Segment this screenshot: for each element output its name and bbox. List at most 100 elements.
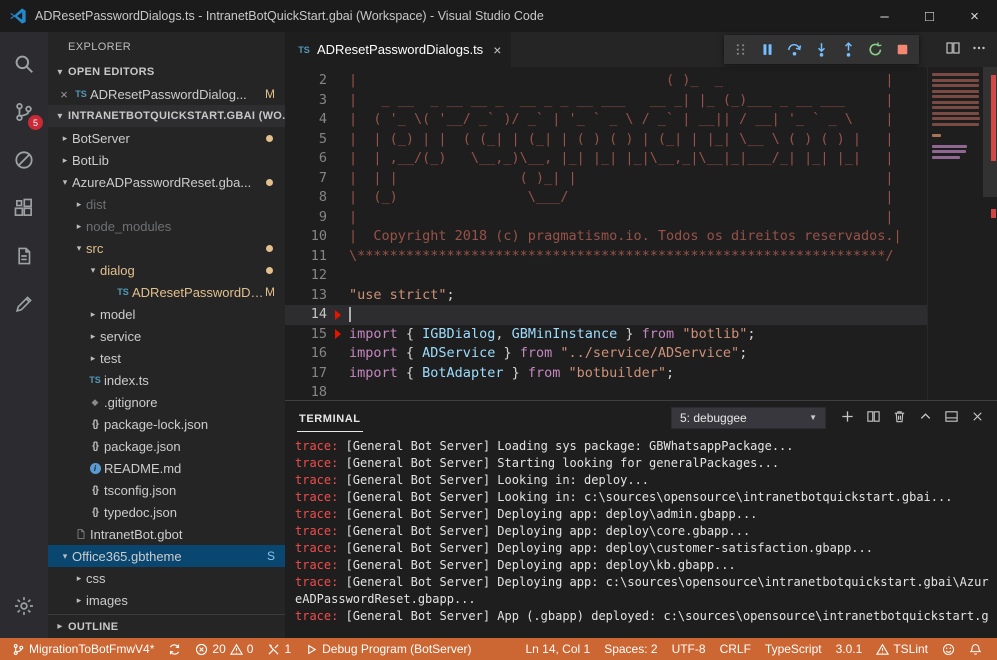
code-line-10[interactable]: 10| Copyright 2018 (c) pragmatismo.io. T… <box>285 227 997 247</box>
drag-handle[interactable] <box>727 36 754 63</box>
status-debug-program[interactable]: Debug Program (BotServer) <box>298 638 478 660</box>
step-over-button[interactable] <box>781 36 808 63</box>
git-deleted-marker-icon <box>335 329 341 339</box>
terminal-output[interactable]: trace: [General Bot Server] Loading sys … <box>285 434 997 638</box>
tree-item-gitignore[interactable]: ◆.gitignore <box>48 391 285 413</box>
new-terminal-button[interactable] <box>840 409 855 427</box>
status-ts-version[interactable]: 3.0.1 <box>829 638 870 660</box>
tree-item-model[interactable]: ▸model <box>48 303 285 325</box>
code-line-9[interactable]: 9| | <box>285 208 997 228</box>
tree-item-service[interactable]: ▸service <box>48 325 285 347</box>
extensions-icon <box>13 197 35 219</box>
tree-item-label: images <box>86 593 128 608</box>
maximize-panel-button[interactable] <box>944 409 959 427</box>
activity-extensions-button[interactable] <box>0 184 48 232</box>
tree-item-botlib[interactable]: ▸BotLib <box>48 149 285 171</box>
code-line-17[interactable]: 17import { BotAdapter } from "botbuilder… <box>285 364 997 384</box>
code-line-14[interactable]: 14 <box>285 305 997 325</box>
tree-item-package-lock-json[interactable]: {}package-lock.json <box>48 413 285 435</box>
activity-source-control-button[interactable]: 5 <box>0 88 48 136</box>
tree-item-office365-gbtheme[interactable]: ▾Office365.gbthemeS <box>48 545 285 567</box>
status-encoding[interactable]: UTF-8 <box>665 638 713 660</box>
code-line-16[interactable]: 16import { ADService } from "../service/… <box>285 344 997 364</box>
code-line-2[interactable]: 2| ( )_ _ | <box>285 71 997 91</box>
close-tab-icon[interactable]: × <box>493 42 501 58</box>
activity-edit-button[interactable] <box>0 280 48 328</box>
code-line-13[interactable]: 13"use strict"; <box>285 286 997 306</box>
code-line-12[interactable]: 12 <box>285 266 997 286</box>
code-line-7[interactable]: 7| | | ( )_| | | <box>285 169 997 189</box>
activity-documents-button[interactable] <box>0 232 48 280</box>
code-line-5[interactable]: 5| | (_) | | ( (_| | (_| | ( ) ( ) | (_|… <box>285 130 997 150</box>
tree-item-node-modules[interactable]: ▸node_modules <box>48 215 285 237</box>
tree-item-index-ts[interactable]: TSindex.ts <box>48 369 285 391</box>
terminal-line: trace: [General Bot Server] Starting loo… <box>295 455 997 472</box>
open-editor-item[interactable]: × TS ADResetPasswordDialog... M <box>48 83 285 105</box>
split-terminal-button[interactable] <box>866 409 881 427</box>
code-line-15[interactable]: 15import { IGBDialog, GBMinInstance } fr… <box>285 325 997 345</box>
tree-item-adresetpassworddial[interactable]: TSADResetPasswordDial...M <box>48 281 285 303</box>
status-indentation[interactable]: Spaces: 2 <box>597 638 664 660</box>
tree-item-azureadpasswordreset-gba[interactable]: ▾AzureADPasswordReset.gba... <box>48 171 285 193</box>
workspace-section-header[interactable]: ▾ INTRANETBOTQUICKSTART.GBAI (WO... <box>48 105 285 127</box>
tree-item-images[interactable]: ▸images <box>48 589 285 611</box>
minimap[interactable] <box>927 67 983 400</box>
status-cursor-position[interactable]: Ln 14, Col 1 <box>518 638 597 660</box>
status-tasks[interactable]: 1 <box>260 638 298 660</box>
tab-adresetpassworddialogs-ts[interactable]: TS ADResetPasswordDialogs.ts × <box>285 32 511 67</box>
code-line-6[interactable]: 6| | ,__/(_) \__,_)\__, |_| |_| |_|\__,_… <box>285 149 997 169</box>
stop-button[interactable] <box>889 36 916 63</box>
tree-item-typedoc-json[interactable]: {}typedoc.json <box>48 501 285 523</box>
scrollbar[interactable] <box>983 67 997 400</box>
minimize-button[interactable]: – <box>862 0 907 32</box>
activity-debug-button[interactable] <box>0 136 48 184</box>
status-sync[interactable] <box>161 638 188 660</box>
status-language-mode[interactable]: TypeScript <box>758 638 829 660</box>
status-git-branch[interactable]: MigrationToBotFmwV4* <box>5 638 161 660</box>
step-out-button[interactable] <box>835 36 862 63</box>
split-editor-button[interactable] <box>945 40 961 59</box>
tree-item-tsconfig-json[interactable]: {}tsconfig.json <box>48 479 285 501</box>
code-editor[interactable]: 2| ( )_ _ |3| _ __ _ __ __ _ __ _ _ __ _… <box>285 67 997 400</box>
code-line-8[interactable]: 8| (_) \___/ | <box>285 188 997 208</box>
open-editors-header[interactable]: ▾ OPEN EDITORS <box>48 61 285 83</box>
close-panel-button[interactable] <box>970 409 985 427</box>
code-line-18[interactable]: 18 <box>285 383 997 400</box>
maximize-button[interactable]: □ <box>907 0 952 32</box>
pause-button[interactable] <box>754 36 781 63</box>
outline-section-header[interactable]: ▸ OUTLINE <box>48 614 285 638</box>
gutter-marker <box>327 325 349 345</box>
tree-item-readme-md[interactable]: iREADME.md <box>48 457 285 479</box>
step-out-icon <box>840 41 857 58</box>
tree-item-dialog[interactable]: ▾dialog <box>48 259 285 281</box>
restart-button[interactable] <box>862 36 889 63</box>
status-problems[interactable]: 200 <box>188 638 260 660</box>
status-eol[interactable]: CRLF <box>713 638 758 660</box>
more-actions-button[interactable] <box>971 40 987 59</box>
tab-terminal[interactable]: TERMINAL <box>297 404 363 432</box>
status-notifications[interactable] <box>962 638 989 660</box>
tree-item-css[interactable]: ▸css <box>48 567 285 589</box>
close-button[interactable]: × <box>952 0 997 32</box>
tree-item-test[interactable]: ▸test <box>48 347 285 369</box>
terminal-select[interactable]: 5: debuggee ▼ <box>671 407 826 429</box>
tree-item-src[interactable]: ▾src <box>48 237 285 259</box>
terminal-line: trace: [General Bot Server] Deploying ap… <box>295 574 997 608</box>
activity-settings-button[interactable] <box>0 582 48 630</box>
tree-item-label: ADResetPasswordDial... <box>132 285 265 300</box>
step-into-button[interactable] <box>808 36 835 63</box>
status-tslint[interactable]: TSLint <box>869 638 935 660</box>
collapse-panel-button[interactable] <box>918 409 933 427</box>
tree-item-dist[interactable]: ▸dist <box>48 193 285 215</box>
tree-item-package-json[interactable]: {}package.json <box>48 435 285 457</box>
code-line-4[interactable]: 4| ( '_ \( '__/ _` )/ _` | '_ ` _ \ / _`… <box>285 110 997 130</box>
code-line-3[interactable]: 3| _ __ _ __ __ _ __ _ _ __ ___ __ _| |_… <box>285 91 997 111</box>
tree-item-botserver[interactable]: ▸BotServer <box>48 127 285 149</box>
tree-item-intranetbot-gbot[interactable]: IntranetBot.gbot <box>48 523 285 545</box>
kill-terminal-button[interactable] <box>892 409 907 427</box>
close-icon[interactable]: × <box>56 87 72 102</box>
code-line-11[interactable]: 11\*************************************… <box>285 247 997 267</box>
status-feedback[interactable] <box>935 638 962 660</box>
terminal-line: trace: [General Bot Server] Looking in: … <box>295 489 997 506</box>
activity-search-button[interactable] <box>0 40 48 88</box>
